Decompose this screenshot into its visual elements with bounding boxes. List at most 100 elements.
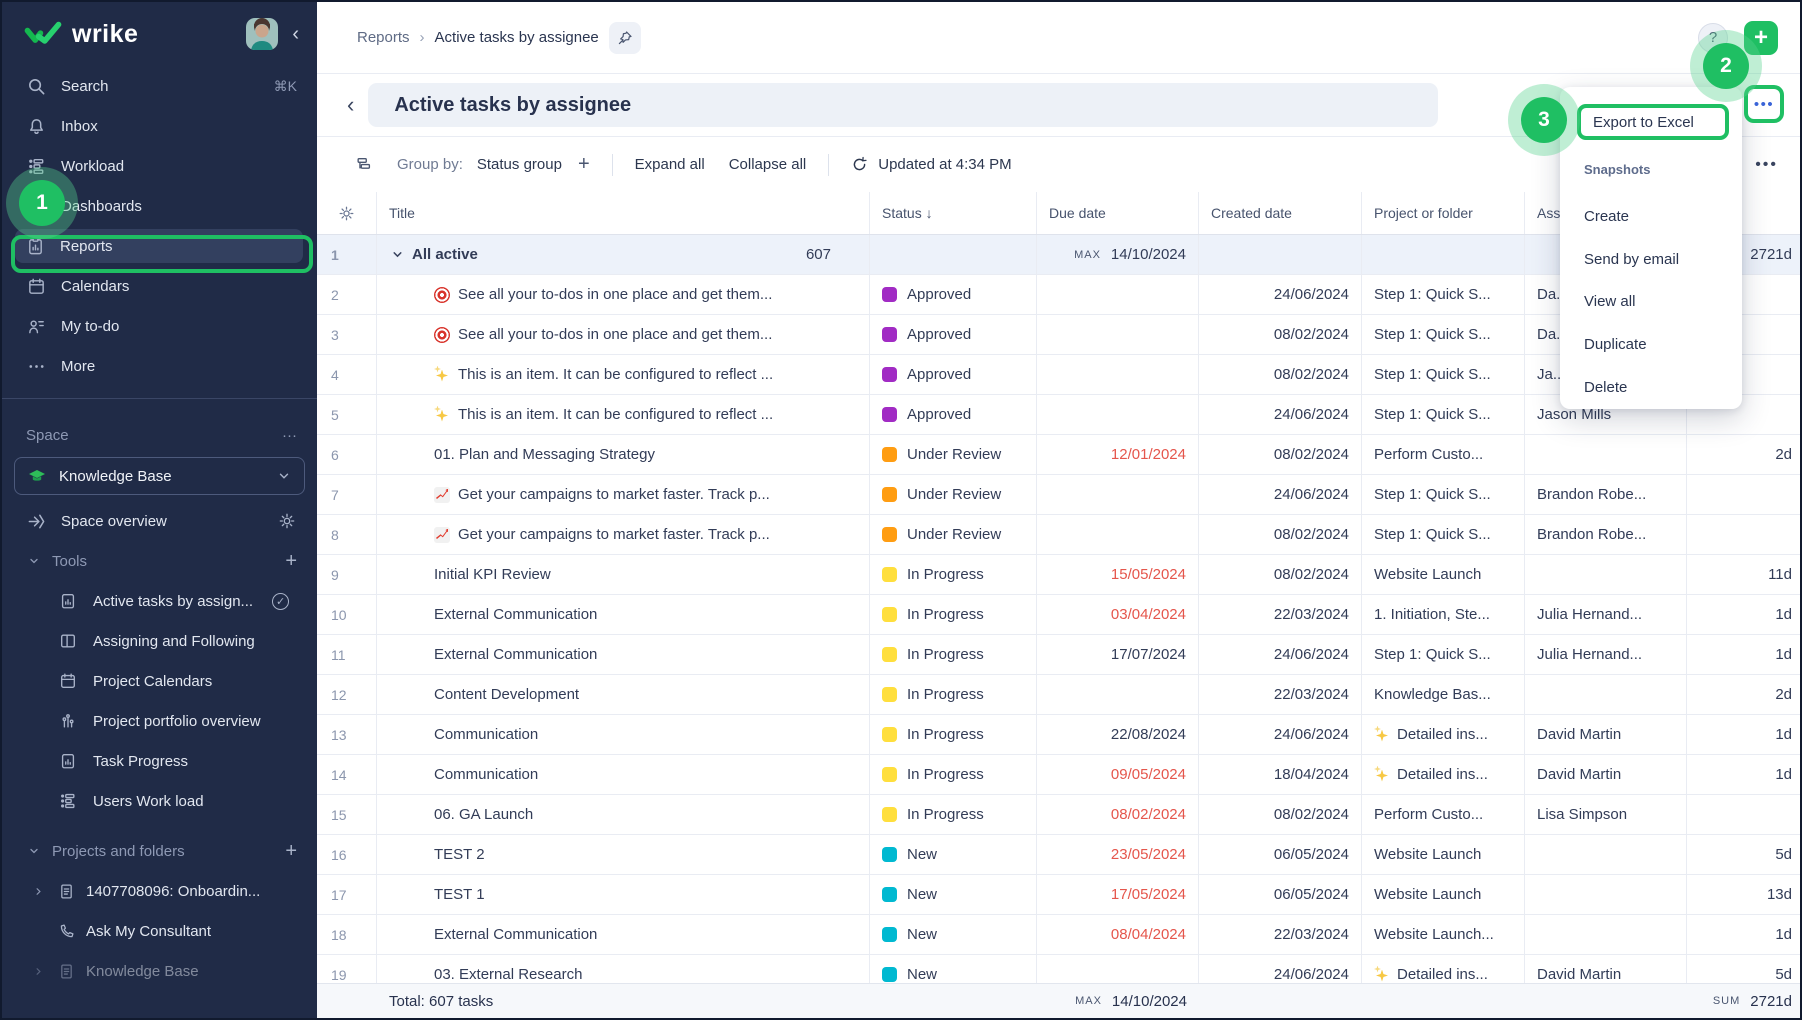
table-row[interactable]: 12 Content Development In Progress 22/03… <box>317 675 1802 715</box>
status-swatch <box>882 407 897 422</box>
column-header-created-date[interactable]: Created date <box>1199 192 1362 234</box>
sidebar-divider <box>2 398 317 399</box>
portfolio-tool-icon <box>58 711 78 731</box>
menu-item-export-to-excel[interactable]: Export to Excel <box>1577 104 1729 140</box>
column-header-title[interactable]: Title <box>377 192 870 234</box>
expand-all-button[interactable]: Expand all <box>635 156 705 173</box>
gear-icon[interactable] <box>277 511 297 531</box>
row-number: 9 <box>317 555 377 594</box>
column-header-project[interactable]: Project or folder <box>1362 192 1525 234</box>
project-cell: Step 1: Quick S... <box>1362 275 1525 314</box>
created-date-cell: 24/06/2024 <box>1199 475 1362 514</box>
back-icon[interactable]: ‹ <box>347 92 354 118</box>
sidebar-project-onboarding[interactable]: 1407708096: Onboardin... <box>2 871 317 911</box>
wrike-logo[interactable]: wrike <box>24 20 246 49</box>
user-avatar[interactable] <box>246 18 278 50</box>
status-swatch <box>882 927 897 942</box>
created-date-cell: 08/02/2024 <box>1199 355 1362 394</box>
chevron-right-icon[interactable] <box>30 886 46 897</box>
menu-item-send-by-email[interactable]: Send by email <box>1584 249 1679 271</box>
collapse-all-button[interactable]: Collapse all <box>729 156 807 173</box>
due-date-cell <box>1037 315 1199 354</box>
add-group-icon[interactable]: + <box>578 153 590 176</box>
add-project-icon[interactable]: + <box>285 840 297 863</box>
report-tool-icon <box>58 751 78 771</box>
menu-item-duplicate[interactable]: Duplicate <box>1584 334 1647 356</box>
table-row[interactable]: 7 Get your campaigns to market faster. T… <box>317 475 1802 515</box>
table-row[interactable]: 15 06. GA Launch In Progress 08/02/2024 … <box>317 795 1802 835</box>
graduation-cap-icon <box>27 466 47 486</box>
sidebar-tool-portfolio[interactable]: Project portfolio overview <box>2 701 317 741</box>
table-row[interactable]: 18 External Communication New 08/04/2024… <box>317 915 1802 955</box>
updated-at-label[interactable]: Updated at 4:34 PM <box>878 156 1011 173</box>
table-row[interactable]: 6 01. Plan and Messaging Strategy Under … <box>317 435 1802 475</box>
project-cell: Step 1: Quick S... <box>1362 515 1525 554</box>
status-swatch <box>882 327 897 342</box>
sidebar-item-more[interactable]: More <box>2 346 317 386</box>
sidebar-project-consultant[interactable]: Ask My Consultant <box>2 911 317 951</box>
search-icon <box>26 76 46 96</box>
sidebar-tool-task-progress[interactable]: Task Progress <box>2 741 317 781</box>
project-cell: Website Launch... <box>1362 915 1525 954</box>
table-row[interactable]: 10 External Communication In Progress 03… <box>317 595 1802 635</box>
table-row[interactable]: 14 Communication In Progress 09/05/2024 … <box>317 755 1802 795</box>
report-more-button[interactable]: ••• <box>1744 85 1784 123</box>
refresh-icon[interactable] <box>851 156 868 173</box>
sidebar-collapse-icon[interactable]: ‹ <box>292 23 299 46</box>
status-cell: New <box>870 835 1037 874</box>
table-row[interactable]: 9 Initial KPI Review In Progress 15/05/2… <box>317 555 1802 595</box>
table-row[interactable]: 13 Communication In Progress 22/08/2024 … <box>317 715 1802 755</box>
row-number: 2 <box>317 275 377 314</box>
column-header-due-date[interactable]: Due date <box>1037 192 1199 234</box>
sidebar-tool-assigning[interactable]: Assigning and Following <box>2 621 317 661</box>
column-header-status[interactable]: Status ↓ <box>870 192 1037 234</box>
created-date-cell: 22/03/2024 <box>1199 915 1362 954</box>
pin-icon[interactable] <box>609 22 641 54</box>
created-date-cell: 22/03/2024 <box>1199 675 1362 714</box>
created-date-cell: 06/05/2024 <box>1199 875 1362 914</box>
table-row[interactable]: 8 Get your campaigns to market faster. T… <box>317 515 1802 555</box>
sidebar-tool-calendars[interactable]: Project Calendars <box>2 661 317 701</box>
sidebar-tool-users-workload[interactable]: Users Work load <box>2 781 317 821</box>
row-number: 16 <box>317 835 377 874</box>
sidebar-item-inbox[interactable]: Inbox <box>2 106 317 146</box>
menu-item-view-all[interactable]: View all <box>1584 291 1635 313</box>
table-row[interactable]: 11 External Communication In Progress 17… <box>317 635 1802 675</box>
space-selector[interactable]: Knowledge Base <box>14 457 305 495</box>
status-swatch <box>882 767 897 782</box>
sidebar-project-knowledge-base[interactable]: Knowledge Base <box>2 951 317 991</box>
table-settings-gear-icon[interactable] <box>317 192 377 234</box>
sidebar-item-my-todo[interactable]: My to-do <box>2 306 317 346</box>
table-row[interactable]: 16 TEST 2 New 23/05/2024 06/05/2024 Webs… <box>317 835 1802 875</box>
wrike-logo-text: wrike <box>72 20 138 49</box>
due-date-cell: 12/01/2024 <box>1037 435 1199 474</box>
sidebar-item-space-overview[interactable]: Space overview <box>2 501 317 541</box>
sidebar-item-workload[interactable]: Workload <box>2 146 317 186</box>
due-date-cell: 09/05/2024 <box>1037 755 1199 794</box>
created-date-cell: 18/04/2024 <box>1199 755 1362 794</box>
sidebar: wrike ‹ Search ⌘K <box>2 2 317 1018</box>
chevron-right-icon[interactable] <box>30 966 46 977</box>
duration-cell <box>1687 475 1802 514</box>
menu-item-create[interactable]: Create <box>1584 206 1629 228</box>
table-row[interactable]: 17 TEST 1 New 17/05/2024 06/05/2024 Webs… <box>317 875 1802 915</box>
add-tool-icon[interactable]: + <box>285 550 297 573</box>
collapse-group-icon[interactable] <box>391 248 404 261</box>
group-by-value[interactable]: Status group <box>477 156 562 173</box>
task-icon <box>434 527 450 543</box>
sidebar-tool-active-tasks[interactable]: Active tasks by assign... ✓ <box>2 581 317 621</box>
space-menu-dots[interactable]: ··· <box>282 427 297 444</box>
tools-section[interactable]: Tools + <box>2 541 317 581</box>
sidebar-item-search[interactable]: Search ⌘K <box>2 66 317 106</box>
phone-icon <box>56 921 76 941</box>
task-title-cell: External Communication <box>377 915 870 954</box>
add-new-button[interactable]: + <box>1744 21 1778 55</box>
assignee-cell <box>1525 555 1687 594</box>
breadcrumb-parent[interactable]: Reports <box>357 29 410 46</box>
projects-section[interactable]: Projects and folders + <box>2 831 317 871</box>
app-window: wrike ‹ Search ⌘K <box>0 0 1802 1020</box>
menu-item-delete[interactable]: Delete <box>1584 377 1627 399</box>
row-number: 11 <box>317 635 377 674</box>
toolbar-more-button[interactable]: ••• <box>1755 156 1778 174</box>
report-title-input[interactable]: Active tasks by assignee <box>368 83 1438 127</box>
